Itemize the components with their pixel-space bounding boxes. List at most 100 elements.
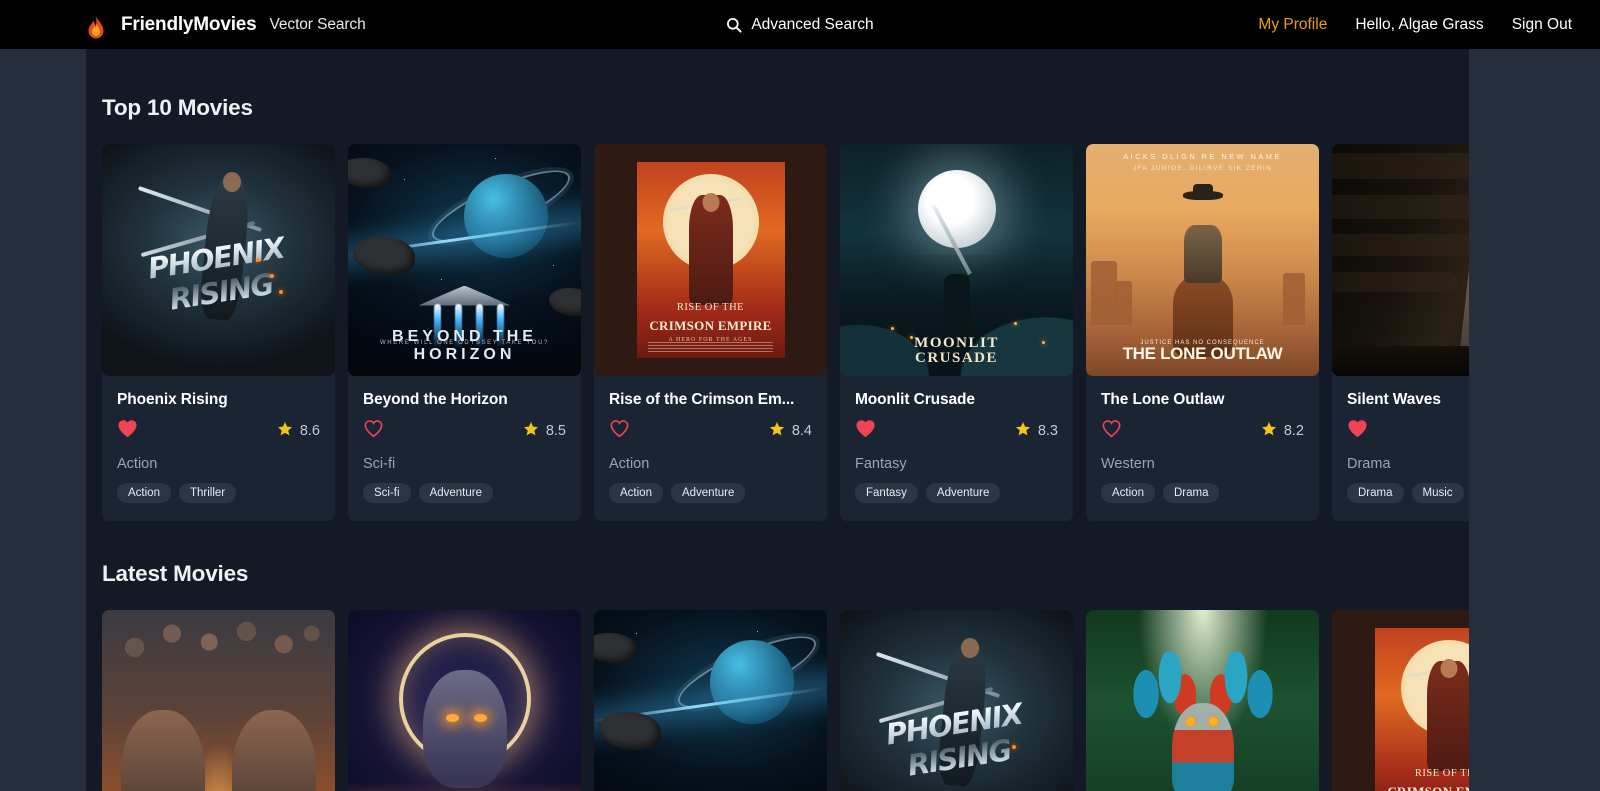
poster-art-silent: ベリンブ・ガ・と ヲズ	[1332, 144, 1469, 376]
movie-poster[interactable]: MOONLIT CRUSADE	[840, 144, 1073, 376]
genre-chip[interactable]: Thriller	[179, 483, 236, 503]
movie-chips: Action Adventure	[609, 483, 812, 503]
movie-card-body: Rise of the Crimson Em...	[594, 376, 827, 521]
poster-top-line: AICKS DLIGN RE NEW NAME	[1086, 152, 1319, 161]
movie-title: The Lone Outlaw	[1101, 391, 1304, 409]
sign-out-link[interactable]: Sign Out	[1512, 16, 1572, 34]
brand-subtitle: Vector Search	[270, 16, 366, 34]
genre-chip[interactable]: Music	[1412, 483, 1464, 503]
movie-meta-row	[1347, 421, 1469, 441]
movie-card[interactable]: ベリンブ・ガ・と ヲズ Silent Waves	[1332, 144, 1469, 521]
poster-art-eclipse	[348, 610, 581, 791]
movie-card[interactable]: PHOENIX RISING	[840, 610, 1073, 791]
movie-poster[interactable]: WHERE WILL ONE ODYSSEY TAKE YOU? BEYOND …	[348, 144, 581, 376]
genre-chip[interactable]: Adventure	[419, 483, 493, 503]
movie-card[interactable]: RISE OF THE CRIMSON EMPIRE A HERO FOR TH…	[1332, 610, 1469, 791]
movie-card[interactable]: RISE OF THE CRIMSON EMPIRE A HERO FOR TH…	[594, 144, 827, 521]
movie-rating-value: 8.5	[546, 423, 566, 439]
my-profile-link[interactable]: My Profile	[1258, 16, 1327, 34]
movie-poster[interactable]: RISE OF THE CRIMSON EMPIRE A HERO FOR TH…	[594, 144, 827, 376]
section-top-10-movies: Top 10 Movies PHOENIX RISING	[86, 49, 1469, 521]
movie-title: Silent Waves	[1347, 391, 1469, 409]
movie-card-body: Beyond the Horizon	[348, 376, 581, 521]
heart-filled-icon[interactable]	[117, 419, 138, 443]
heart-filled-icon[interactable]	[855, 419, 876, 443]
poster-art-crimson: RISE OF THE CRIMSON EMPIRE A HERO FOR TH…	[1332, 610, 1469, 791]
movie-card[interactable]	[102, 610, 335, 791]
movie-rating-value: 8.2	[1284, 423, 1304, 439]
movie-poster[interactable]: PHOENIX RISING	[840, 610, 1073, 791]
flame-icon	[86, 16, 106, 42]
movie-card[interactable]: AICKS DLIGN RE NEW NAME JFA JUNIOE. DILI…	[1086, 144, 1319, 521]
movie-meta-row: 8.3	[855, 421, 1058, 441]
heart-outline-icon[interactable]	[1101, 419, 1122, 443]
movie-rating: 8.2	[1261, 421, 1304, 442]
genre-chip[interactable]: Drama	[1347, 483, 1404, 503]
poster-art-phoenix: PHOENIX RISING	[102, 144, 335, 376]
heart-outline-icon[interactable]	[363, 419, 384, 443]
poster-title-text: THE LONE OUTLAW	[1086, 344, 1319, 364]
movie-card[interactable]	[348, 610, 581, 791]
user-greeting: Hello, Algae Grass	[1355, 16, 1483, 34]
movie-meta-row: 8.5	[363, 421, 566, 441]
movie-poster[interactable]: AICKS DLIGN RE NEW NAME JFA JUNIOE. DILI…	[1086, 144, 1319, 376]
movie-card[interactable]	[594, 610, 827, 791]
movie-poster[interactable]	[1086, 610, 1319, 791]
poster-art-moonlit: MOONLIT CRUSADE	[840, 144, 1073, 376]
heart-filled-icon[interactable]	[1347, 419, 1368, 443]
movie-poster[interactable]	[594, 610, 827, 791]
movie-rating-value: 8.3	[1038, 423, 1058, 439]
movie-card-body: Phoenix Rising	[102, 376, 335, 521]
brand-area[interactable]: FriendlyMovies Vector Search	[86, 12, 366, 38]
genre-chip[interactable]: Drama	[1163, 483, 1220, 503]
movie-poster[interactable]	[348, 610, 581, 791]
advanced-search-label: Advanced Search	[751, 16, 873, 34]
heart-outline-icon[interactable]	[609, 419, 630, 443]
poster-line-2: CRUSADE	[840, 350, 1073, 367]
poster-line-1: RISE OF THE	[1375, 768, 1470, 779]
brand-name: FriendlyMovies	[121, 14, 257, 36]
advanced-search-button[interactable]: Advanced Search	[726, 16, 873, 34]
top-10-row[interactable]: PHOENIX RISING Phoenix Rising	[86, 144, 1469, 521]
genre-chip[interactable]: Sci-fi	[363, 483, 411, 503]
movie-poster[interactable]	[102, 610, 335, 791]
movie-chips: Action Thriller	[117, 483, 320, 503]
genre-chip[interactable]: Adventure	[671, 483, 745, 503]
movie-card[interactable]	[1086, 610, 1319, 791]
genre-chip[interactable]: Action	[1101, 483, 1155, 503]
movie-genre: Western	[1101, 456, 1304, 472]
star-icon	[769, 421, 785, 442]
genre-chip[interactable]: Adventure	[926, 483, 1000, 503]
movie-card[interactable]: WHERE WILL ONE ODYSSEY TAKE YOU? BEYOND …	[348, 144, 581, 521]
genre-chip[interactable]: Action	[609, 483, 663, 503]
star-icon	[523, 421, 539, 442]
genre-chip[interactable]: Action	[117, 483, 171, 503]
search-icon	[726, 17, 742, 33]
page-title: Top 10 Movies	[102, 95, 1469, 121]
poster-art-crimson: RISE OF THE CRIMSON EMPIRE A HERO FOR TH…	[594, 144, 827, 376]
movie-card[interactable]: MOONLIT CRUSADE Moonlit Crusade	[840, 144, 1073, 521]
movie-title: Moonlit Crusade	[855, 391, 1058, 409]
movie-card[interactable]: PHOENIX RISING Phoenix Rising	[102, 144, 335, 521]
movie-card-body: The Lone Outlaw	[1086, 376, 1319, 521]
movie-poster[interactable]: ベリンブ・ガ・と ヲズ	[1332, 144, 1469, 376]
genre-chip[interactable]: Fantasy	[855, 483, 918, 503]
movie-poster[interactable]: PHOENIX RISING	[102, 144, 335, 376]
movie-chips: Action Drama	[1101, 483, 1304, 503]
latest-movies-row[interactable]: PHOENIX RISING	[86, 610, 1469, 791]
movie-genre: Drama	[1347, 456, 1469, 472]
poster-line-2: CRIMSON EMPIRE	[637, 318, 785, 334]
top-navbar: FriendlyMovies Vector Search Advanced Se…	[0, 0, 1600, 49]
section-latest-movies: Latest Movies	[86, 521, 1469, 791]
movie-chips: Drama Music	[1347, 483, 1469, 503]
movie-rating: 8.4	[769, 421, 812, 442]
movie-genre: Action	[609, 456, 812, 472]
star-icon	[1261, 421, 1277, 442]
poster-line-1: RISE OF THE	[637, 302, 785, 313]
poster-art-space: WHERE WILL ONE ODYSSEY TAKE YOU? BEYOND …	[348, 144, 581, 376]
poster-art-phoenix: PHOENIX RISING	[840, 610, 1073, 791]
nav-right: My Profile Hello, Algae Grass Sign Out	[1258, 16, 1572, 34]
movie-chips: Sci-fi Adventure	[363, 483, 566, 503]
movie-poster[interactable]: RISE OF THE CRIMSON EMPIRE A HERO FOR TH…	[1332, 610, 1469, 791]
movie-genre: Action	[117, 456, 320, 472]
